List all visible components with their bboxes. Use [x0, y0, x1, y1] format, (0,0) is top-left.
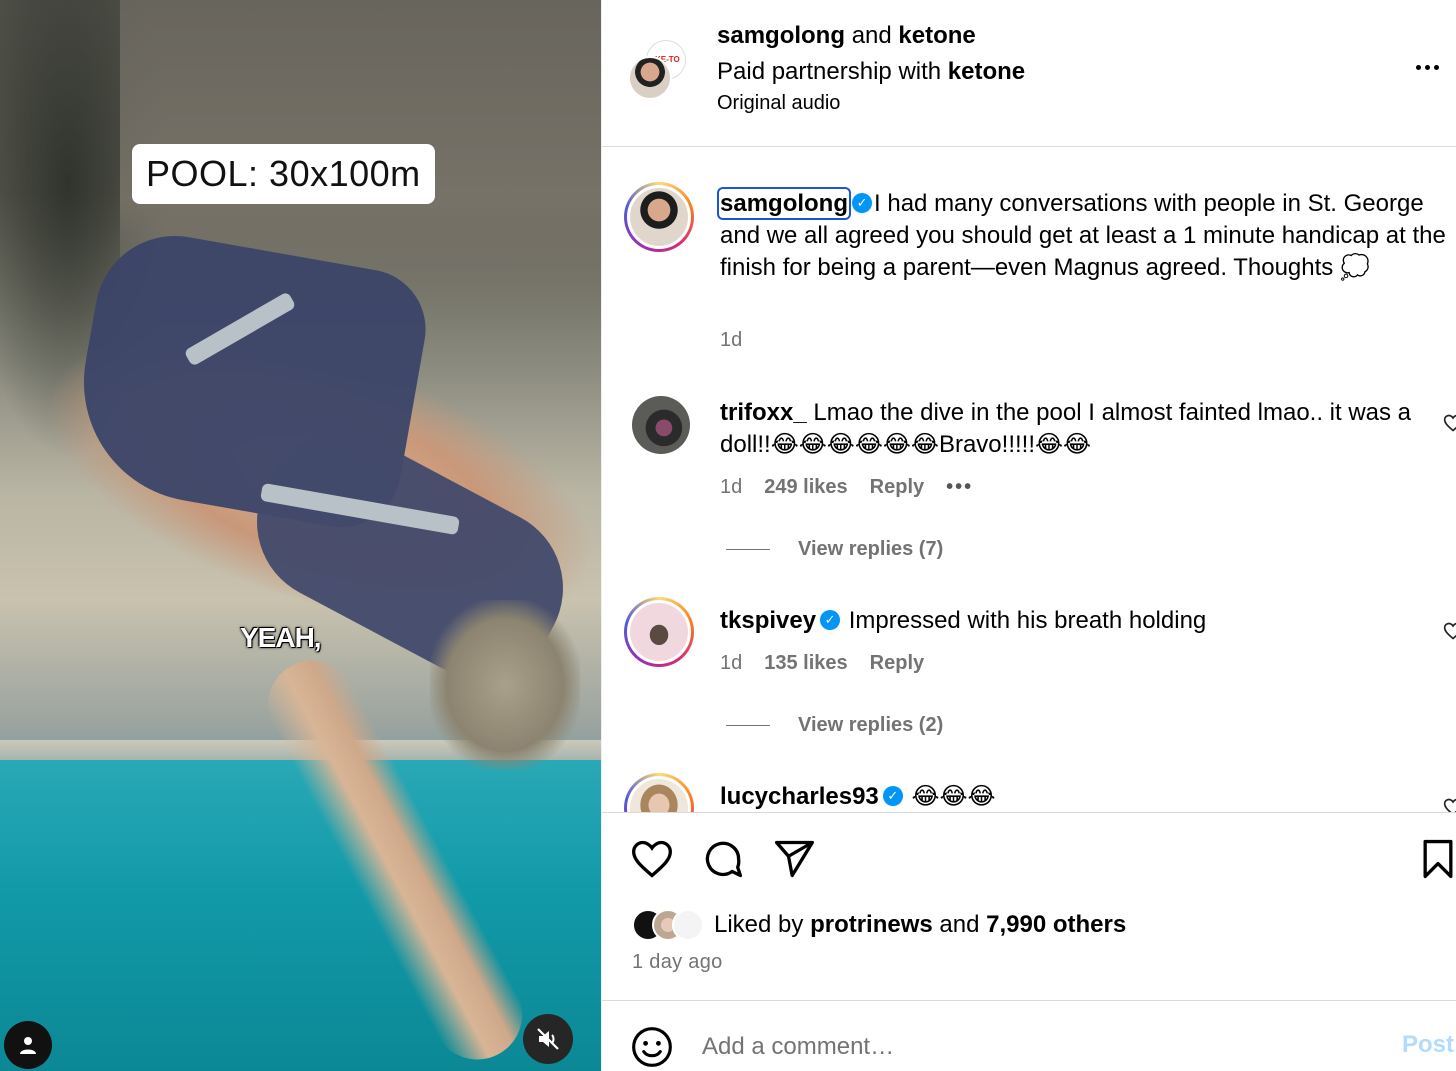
replies-line: [726, 549, 770, 550]
partner-link[interactable]: ketone: [948, 58, 1025, 85]
comment-more-icon[interactable]: •••: [946, 476, 973, 499]
post-header: KE-TO samgolong and ketone Paid partners…: [602, 0, 1456, 147]
more-options-button[interactable]: [1407, 52, 1447, 82]
collab-avatars[interactable]: KE-TO: [628, 40, 694, 104]
verified-icon: ✓: [820, 609, 841, 630]
heart-icon[interactable]: [1443, 413, 1456, 433]
post-timestamp[interactable]: 1 day ago: [632, 951, 723, 974]
samgolong-avatar: [628, 56, 672, 100]
comment-avatar-tkspivey[interactable]: [624, 597, 694, 667]
replies-line: [726, 725, 770, 726]
view-replies-button[interactable]: View replies (2): [726, 714, 943, 737]
heart-icon[interactable]: [630, 837, 674, 881]
comment-text-block: lucycharles93 ✓ 😂😂😂: [720, 781, 1420, 812]
add-comment-bar: Post: [602, 1000, 1456, 1071]
comment-text: Impressed with his breath holding: [848, 607, 1207, 634]
share-icon[interactable]: [772, 837, 816, 881]
comment-avatar-lucycharles93[interactable]: [624, 773, 694, 812]
heart-icon[interactable]: [1443, 797, 1456, 812]
mute-button[interactable]: [523, 1014, 573, 1064]
avatar: [627, 185, 691, 249]
comment-likes[interactable]: 135 likes: [764, 652, 847, 675]
caption-author-avatar[interactable]: [624, 182, 694, 252]
comment-avatar-trifoxx[interactable]: [632, 396, 690, 454]
caption-text-block: samgolong ✓ I had many conversations with …: [716, 187, 1450, 284]
avatar: [627, 600, 691, 664]
caption-time: 1d: [720, 329, 743, 351]
video-subtitle: YEAH,: [240, 622, 322, 653]
comment-text: 😂😂😂: [911, 783, 996, 810]
author-link[interactable]: samgolong: [717, 22, 845, 49]
liker-avatar: [672, 909, 704, 941]
user-tag-icon: [20, 1037, 36, 1054]
comment-time: 1d: [720, 476, 743, 498]
verified-icon: ✓: [882, 785, 903, 806]
verified-icon: ✓: [852, 192, 873, 213]
comment-meta: 1d 135 likes Reply: [720, 652, 924, 675]
comments-list[interactable]: samgolong ✓ I had many conversations with …: [602, 148, 1456, 812]
others-likes-link[interactable]: 7,990 others: [986, 911, 1126, 938]
post-detail-panel: KE-TO samgolong and ketone Paid partners…: [601, 0, 1456, 1071]
comment-username[interactable]: tkspivey: [720, 607, 816, 634]
comment-likes[interactable]: 249 likes: [764, 476, 847, 499]
likes-joiner: and: [939, 911, 980, 938]
more-options-dot: [1433, 64, 1439, 70]
comment-input[interactable]: [702, 1027, 1362, 1067]
post-authors: samgolong and ketone: [717, 22, 976, 50]
comment-text-block: tkspivey ✓ Impressed with his breath hold…: [720, 605, 1420, 637]
emoji-icon[interactable]: [630, 1025, 674, 1069]
reply-button[interactable]: Reply: [870, 652, 924, 675]
post-comment-button[interactable]: Post: [1402, 1031, 1454, 1059]
heart-icon[interactable]: [1443, 621, 1456, 641]
view-replies-button[interactable]: View replies (7): [726, 538, 943, 561]
comment-icon[interactable]: [701, 837, 745, 881]
likes-text: Liked by protrinews and 7,990 others: [714, 911, 1126, 939]
more-options-dot: [1424, 64, 1430, 70]
user-tag-button[interactable]: [4, 1021, 52, 1069]
diver-head: [430, 600, 580, 770]
caption-meta: 1d: [720, 329, 742, 352]
first-liker-link[interactable]: protrinews: [810, 911, 933, 938]
and-word: and: [851, 22, 892, 49]
collaborator-link[interactable]: ketone: [898, 22, 975, 49]
reel-video[interactable]: POOL: 30x100m YEAH,: [0, 0, 601, 1071]
view-replies-label: View replies (2): [798, 714, 944, 736]
likes-prefix: Liked by: [714, 911, 804, 938]
view-replies-label: View replies (7): [798, 538, 944, 560]
comment-username[interactable]: lucycharles93: [720, 783, 879, 810]
comment-text-block: trifoxx_ Lmao the dive in the pool I alm…: [720, 397, 1420, 461]
comment-meta: 1d 249 likes Reply •••: [720, 476, 973, 499]
comment-text: Lmao the dive in the pool I almost faint…: [720, 399, 1412, 458]
caption-username[interactable]: samgolong: [716, 187, 852, 220]
partnership-prefix: Paid partnership with: [717, 58, 942, 85]
audio-link[interactable]: Original audio: [717, 92, 840, 115]
likes-summary: Liked by protrinews and 7,990 others: [632, 909, 1126, 941]
reply-button[interactable]: Reply: [870, 476, 924, 499]
avatar: [627, 776, 691, 812]
post-actions: Liked by protrinews and 7,990 others 1 d…: [602, 812, 1456, 1000]
comment-username[interactable]: trifoxx_: [720, 399, 807, 426]
comment-time: 1d: [720, 652, 743, 674]
bookmark-icon[interactable]: [1416, 837, 1456, 881]
paid-partnership: Paid partnership with ketone: [717, 58, 1025, 86]
more-options-icon: [1415, 64, 1421, 70]
mute-icon: [537, 1028, 559, 1050]
video-overlay-label: POOL: 30x100m: [132, 144, 435, 204]
